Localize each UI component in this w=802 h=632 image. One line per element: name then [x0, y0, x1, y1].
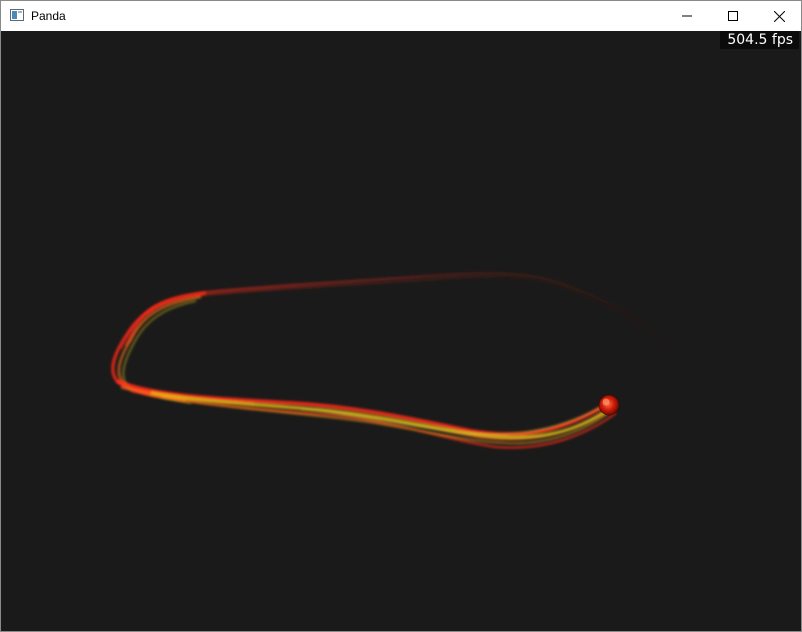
title-bar[interactable]: Panda: [1, 1, 801, 31]
app-window-icon: [10, 9, 24, 21]
trail-upper-strands: [120, 272, 677, 354]
close-icon: [773, 10, 785, 22]
fps-counter: 504.5 fps: [720, 31, 799, 49]
minimize-button[interactable]: [664, 1, 710, 31]
maximize-button[interactable]: [710, 1, 756, 31]
render-viewport[interactable]: 504.5 fps: [1, 31, 801, 631]
particle-trail-scene: [111, 272, 677, 449]
minimize-icon: [682, 15, 692, 17]
particle-emitter-head: [598, 394, 620, 416]
trail-lower-strands: [116, 379, 617, 449]
app-window: Panda 504.5 fps: [0, 0, 802, 632]
window-title: Panda: [31, 9, 66, 23]
close-button[interactable]: [756, 1, 801, 31]
maximize-icon: [728, 11, 738, 21]
